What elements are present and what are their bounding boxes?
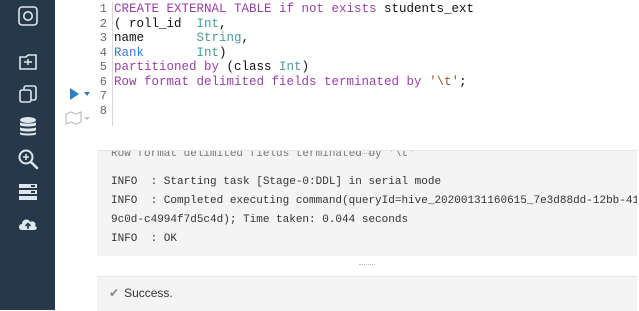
line-number: 7	[99, 89, 107, 103]
code-line[interactable]: 1 CREATE EXTERNAL TABLE if not exists stu…	[97, 2, 637, 17]
copy-documents-icon[interactable]	[14, 80, 42, 108]
code-line[interactable]: 2 ( roll_id Int,	[97, 17, 637, 32]
code-token: Int	[279, 60, 302, 74]
result-resize-handle[interactable]	[359, 264, 375, 267]
import-documents-icon[interactable]	[14, 47, 42, 75]
code-token: '\t'	[429, 74, 460, 89]
code-token: partitioned by	[114, 60, 227, 74]
code-text: name String,	[114, 31, 249, 46]
line-number: 6	[99, 74, 107, 89]
log-line: 9c0d-c4994f7d5c4d); Time taken: 0.044 se…	[111, 214, 409, 226]
assist-toggle-icon[interactable]	[14, 2, 42, 30]
code-token: String	[196, 31, 242, 45]
execution-log-panel: Row format delimited fields terminated b…	[97, 150, 637, 256]
code-token: Int	[196, 16, 220, 31]
code-line[interactable]: 7	[97, 89, 637, 104]
snippet-controls	[64, 86, 94, 126]
cloud-upload-icon[interactable]	[14, 210, 42, 238]
code-text: Row format delimited fields terminated b…	[114, 75, 467, 90]
code-token: ,	[241, 31, 250, 45]
log-line: INFO : Starting task [Stage-0:DDL] in se…	[111, 176, 442, 188]
success-text: Success.	[124, 286, 173, 300]
line-number: 4	[99, 45, 107, 60]
code-token: name	[114, 31, 197, 45]
line-number: 8	[99, 103, 107, 118]
snippet-type-dropdown[interactable]	[64, 110, 94, 126]
run-query-button[interactable]	[66, 86, 96, 102]
server-list-icon[interactable]	[14, 178, 42, 206]
code-token: ;	[459, 74, 467, 89]
editor-gutter-divider	[112, 2, 113, 126]
log-line: INFO : Completed executing command(query…	[111, 195, 637, 207]
code-token: ( roll_id	[114, 16, 197, 31]
code-text: ( roll_id Int,	[114, 17, 227, 32]
sql-editor[interactable]: 1 CREATE EXTERNAL TABLE if not exists stu…	[97, 2, 637, 128]
code-token: Int	[196, 45, 220, 60]
code-line[interactable]: 3 name String,	[97, 31, 637, 46]
left-sidebar	[0, 0, 55, 310]
code-line[interactable]: 4 Rank Int)	[97, 46, 637, 61]
code-text: CREATE EXTERNAL TABLE if not exists stud…	[114, 2, 474, 17]
line-number: 1	[99, 2, 107, 16]
code-token: Rank	[114, 45, 145, 60]
code-token: ,	[219, 16, 227, 31]
code-token: )	[219, 45, 227, 60]
code-token: (class	[226, 60, 280, 74]
code-token: CREATE EXTERNAL TABLE if not exists	[114, 2, 385, 16]
database-icon[interactable]	[14, 112, 42, 140]
line-number: 3	[99, 31, 107, 45]
code-token: Row format delimited fields terminated b…	[114, 74, 430, 89]
code-token: )	[301, 60, 310, 74]
line-number: 2	[99, 16, 107, 31]
code-token: students_ext	[384, 2, 475, 16]
log-line: Row format delimited fields terminated b…	[111, 150, 415, 160]
result-panel: ✔ Success.	[97, 276, 637, 311]
code-line[interactable]: 8	[97, 104, 637, 119]
log-line: INFO : OK	[111, 233, 178, 245]
success-message: ✔ Success.	[109, 286, 173, 300]
code-text: Rank Int)	[114, 46, 227, 61]
code-line[interactable]: 5 partitioned by (class Int)	[97, 60, 637, 75]
result-divider	[97, 258, 637, 272]
search-zoom-icon[interactable]	[14, 145, 42, 173]
check-icon: ✔	[109, 286, 120, 300]
line-number: 5	[99, 60, 107, 74]
code-text: partitioned by (class Int)	[114, 60, 309, 75]
code-line[interactable]: 6 Row format delimited fields terminated …	[97, 75, 637, 90]
